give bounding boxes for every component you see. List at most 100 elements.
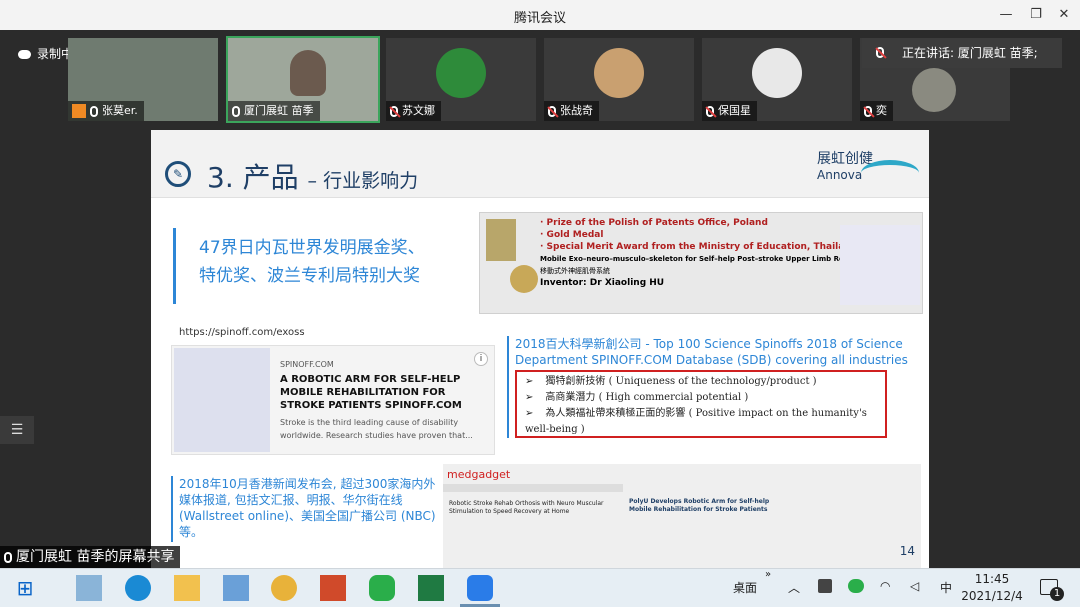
speaking-indicator: 正在讲话: 厦门展虹 苗季; <box>862 38 1062 68</box>
chevron-up-icon[interactable]: ︿ <box>788 579 800 596</box>
excel-icon[interactable] <box>418 575 444 601</box>
mic-muted-icon <box>864 105 872 117</box>
awards-line: 特优奖、波兰专利局特别大奖 <box>199 266 420 286</box>
criteria-item: ➢ 高商業潛力 ( High commercial potential ) <box>525 390 877 406</box>
avatar <box>752 48 802 98</box>
award-line: Mobile Exo–neuro–musculo–skeleton for Se… <box>540 255 890 263</box>
criteria-box: ➢ 獨特創新技術 ( Uniqueness of the technology/p… <box>515 370 887 438</box>
participant-name: 苏文娜 <box>402 104 435 117</box>
award-line: · Prize of the Polish of Patents Office,… <box>540 218 768 228</box>
page-number: 14 <box>899 544 915 558</box>
participant-tile-active[interactable]: 厦门展虹 苗季 <box>226 36 380 123</box>
chrome-icon[interactable] <box>271 575 297 601</box>
spinoff-description: Stroke is the third leading cause of dis… <box>280 418 473 440</box>
taskbar: ⊞ 桌面 » ︿ ◠ ◁ 中 11:45 2021/12/4 1 <box>0 568 1080 607</box>
wave-icon <box>861 160 919 186</box>
news-article-title: Robotic Stroke Rehab Orthosis with Neuro… <box>449 500 604 515</box>
info-icon: i <box>474 352 488 366</box>
cloud-icon <box>18 50 31 59</box>
speaking-label: 正在讲话: 厦门展虹 苗季; <box>902 46 1038 60</box>
award-certificate: · Prize of the Polish of Patents Office,… <box>479 212 923 314</box>
participant-name: 保国星 <box>718 104 751 117</box>
minimize-button[interactable]: — <box>990 0 1022 30</box>
avatar <box>912 68 956 112</box>
participant-tile[interactable]: 张莫er. <box>68 38 218 121</box>
mic-muted-icon <box>876 47 884 58</box>
avatar <box>436 48 486 98</box>
mic-muted-icon <box>706 105 714 117</box>
award-line: Inventor: Dr Xiaoling HU <box>540 278 665 288</box>
list-menu-icon[interactable]: ☰ <box>0 416 34 444</box>
mic-muted-icon <box>390 105 398 117</box>
criteria-item: ➢ 為人類福祉帶來積極正面的影響 ( Positive impact on the… <box>525 406 877 438</box>
award-line: 移動式外神經肌骨系統 <box>540 267 610 275</box>
clock[interactable]: 11:45 2021/12/4 <box>958 571 1026 605</box>
start-icon[interactable]: ⊞ <box>12 575 38 601</box>
polyu-headline: PolyU Develops Robotic Arm for Self-help… <box>629 498 770 513</box>
wifi-icon[interactable]: ◠ <box>880 579 890 593</box>
participant-tile[interactable]: 保国星 <box>702 38 852 121</box>
spinoff-headline: A ROBOTIC ARM FOR SELF-HELP MOBILE REHAB… <box>280 374 462 411</box>
medal-icon <box>510 265 538 293</box>
participant-namebar: 苏文娜 <box>386 101 441 121</box>
tencent-meeting-icon[interactable] <box>467 575 493 601</box>
participant-tile[interactable]: 张战奇 <box>544 38 694 121</box>
brand-logo: 展虹创健 Annova <box>817 152 919 182</box>
top100-text: 2018百大科學新創公司 - Top 100 Science Spinoffs … <box>515 337 908 367</box>
news-navbar <box>443 484 623 492</box>
notepad-icon[interactable] <box>76 575 102 601</box>
participant-namebar: 张莫er. <box>68 101 144 121</box>
speaker-video <box>290 50 326 96</box>
participant-name: 厦门展虹 苗季 <box>244 104 314 117</box>
bullet-icon: ➢ <box>525 392 534 403</box>
slide-title-main: 3. 产品 <box>207 161 299 194</box>
participant-name: 张战奇 <box>560 104 593 117</box>
window-titlebar: 腾讯会议 — ❐ ✕ <box>0 0 1080 30</box>
notification-count: 1 <box>1050 587 1064 601</box>
bullet-icon: ➢ <box>525 376 534 387</box>
award-line: · Gold Medal <box>540 230 604 240</box>
participant-namebar: 张战奇 <box>544 101 599 121</box>
mic-icon <box>90 105 98 117</box>
desktop-toolbar-label[interactable]: 桌面 <box>733 579 757 596</box>
participant-tile[interactable]: 苏文娜 <box>386 38 536 121</box>
accent-bar <box>507 336 509 438</box>
slide-header: ✎ 3. 产品 – 行业影响力 展虹创健 Annova <box>151 130 929 198</box>
recording-indicator[interactable]: 录制中 <box>18 45 73 62</box>
slide-title-sub: – 行业影响力 <box>307 170 419 192</box>
participant-namebar: 厦门展虹 苗季 <box>228 101 320 121</box>
powerpoint-icon[interactable] <box>320 575 346 601</box>
medgadget-logo: medgadget <box>447 468 511 481</box>
accent-bar <box>171 476 173 542</box>
criteria-text: 高商業潛力 ( High commercial potential ) <box>545 392 749 403</box>
clock-time: 11:45 <box>974 572 1010 586</box>
accent-bar <box>173 228 176 304</box>
participant-namebar: 保国星 <box>702 101 757 121</box>
computer-icon[interactable] <box>223 575 249 601</box>
volume-icon[interactable]: ◁ <box>910 579 919 593</box>
bullet-icon: ➢ <box>525 408 534 419</box>
folder-icon[interactable] <box>174 575 200 601</box>
spinoff-url: https://spinoff.com/exoss <box>179 327 305 338</box>
close-button[interactable]: ✕ <box>1048 0 1080 30</box>
criteria-text: 為人類福祉帶來積極正面的影響 ( Positive impact on the … <box>525 408 867 435</box>
participant-name: 奕 <box>876 104 887 117</box>
ime-indicator[interactable]: 中 <box>940 579 952 596</box>
wechat-icon[interactable] <box>369 575 395 601</box>
chevron-icon[interactable]: » <box>765 569 771 580</box>
trophy-icon <box>486 219 516 261</box>
robotic-glove-image <box>840 225 920 305</box>
clock-date: 2021/12/4 <box>961 589 1023 603</box>
edge-icon[interactable] <box>125 575 151 601</box>
wechat-tray-icon[interactable] <box>848 579 864 593</box>
robotic-arm-image <box>174 348 270 452</box>
app-tray-icon[interactable] <box>818 579 832 593</box>
avatar <box>594 48 644 98</box>
shared-slide: ✎ 3. 产品 – 行业影响力 展虹创健 Annova 47界日内瓦世界发明展金… <box>151 130 929 568</box>
criteria-text: 獨特創新技術 ( Uniqueness of the technology/pr… <box>545 376 817 387</box>
criteria-item: ➢ 獨特創新技術 ( Uniqueness of the technology/p… <box>525 374 877 390</box>
award-lines: · Prize of the Polish of Patents Office,… <box>540 217 889 289</box>
mic-icon <box>232 105 240 117</box>
participant-name: 张莫er. <box>102 104 138 117</box>
spinoff-source: SPINOFF.COM <box>280 360 334 369</box>
